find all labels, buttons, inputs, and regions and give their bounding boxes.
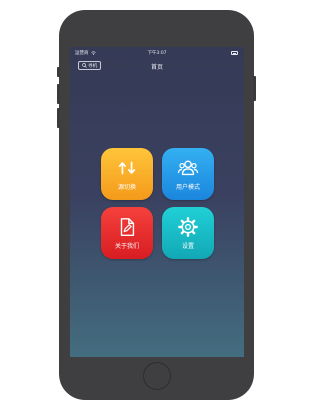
nav-bar: 寻机 首页	[70, 59, 244, 73]
volume-up-button	[57, 84, 60, 104]
app-screen: 运营商 下午3:07 寻机 首页 源切换 用户模式 关于我们 设置	[70, 47, 244, 357]
battery-icon	[231, 51, 238, 55]
about-us-tile[interactable]: 关于我们	[101, 207, 153, 259]
settings-label: 设置	[181, 243, 194, 250]
gear-icon	[178, 217, 198, 237]
home-button[interactable]	[143, 362, 171, 390]
document-edit-icon	[120, 218, 135, 236]
source-switch-label: 源切换	[117, 184, 136, 191]
user-mode-tile[interactable]: 用户模式	[162, 148, 214, 200]
volume-down-button	[57, 108, 60, 128]
status-time: 下午3:07	[147, 51, 167, 56]
users-icon	[177, 160, 199, 176]
status-bar: 运营商 下午3:07	[70, 49, 244, 58]
about-us-label: 关于我们	[114, 243, 139, 250]
user-mode-label: 用户模式	[175, 184, 200, 191]
swap-arrows-icon	[118, 161, 136, 175]
mute-switch	[57, 67, 60, 77]
settings-tile[interactable]: 设置	[162, 207, 214, 259]
power-button	[253, 76, 256, 101]
source-switch-tile[interactable]: 源切换	[101, 148, 153, 200]
page-title: 首页	[150, 64, 163, 71]
